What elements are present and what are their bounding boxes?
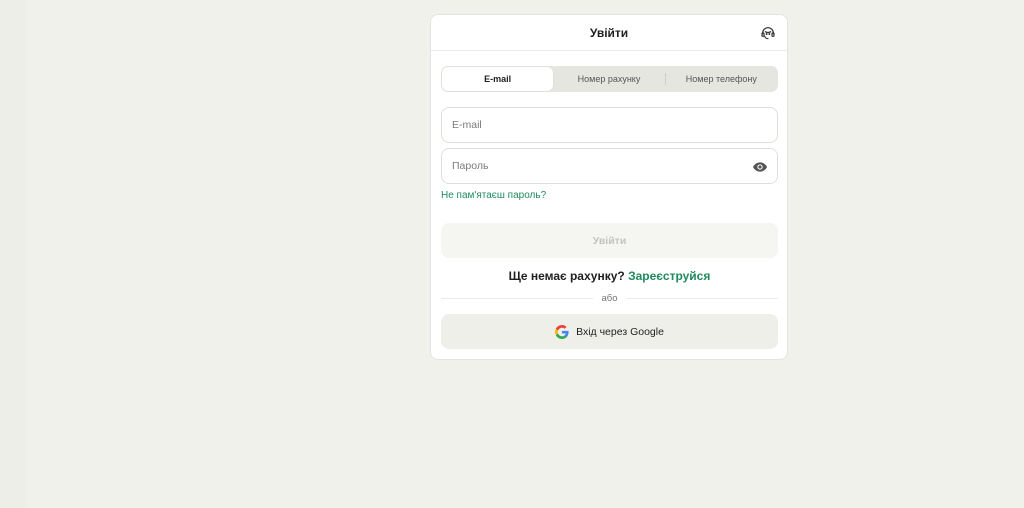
register-row: Ще немає рахунку? Зареєструйся <box>441 269 778 283</box>
page-title: Увійти <box>589 25 629 40</box>
login-card: Увійти E-mail Номер рахунку Номер телефо… <box>430 14 788 360</box>
or-divider: або <box>441 292 779 304</box>
google-login-label: Вхід через Google <box>576 325 664 338</box>
tab-phone-number[interactable]: Номер телефону <box>666 67 777 91</box>
left-edge-strip <box>0 0 26 508</box>
tab-account-number[interactable]: Номер рахунку <box>553 67 664 91</box>
card-header: Увійти <box>431 15 787 51</box>
tab-email-label: E-mail <box>484 74 512 84</box>
google-login-button[interactable]: Вхід через Google <box>441 314 778 349</box>
email-field[interactable] <box>452 119 742 131</box>
tab-account-number-label: Номер рахунку <box>577 74 641 84</box>
forgot-password-link[interactable]: Не пам'ятаєш пароль? <box>441 190 546 201</box>
password-field[interactable] <box>452 160 742 172</box>
register-prompt: Ще немає рахунку? <box>508 269 625 283</box>
login-button[interactable]: Увійти <box>441 223 778 258</box>
register-link[interactable]: Зареєструйся <box>628 269 710 283</box>
login-method-tabs: E-mail Номер рахунку Номер телефону <box>441 66 778 92</box>
divider-line-right <box>626 297 779 299</box>
tab-email[interactable]: E-mail <box>442 67 554 91</box>
divider-label: або <box>601 292 618 304</box>
google-icon <box>555 324 569 339</box>
eye-icon[interactable] <box>752 159 768 175</box>
divider-line-left <box>441 297 593 299</box>
support-agent-icon[interactable] <box>759 24 777 42</box>
tab-phone-number-label: Номер телефону <box>685 74 757 84</box>
password-field-wrapper <box>441 148 778 184</box>
email-field-wrapper <box>441 107 778 143</box>
